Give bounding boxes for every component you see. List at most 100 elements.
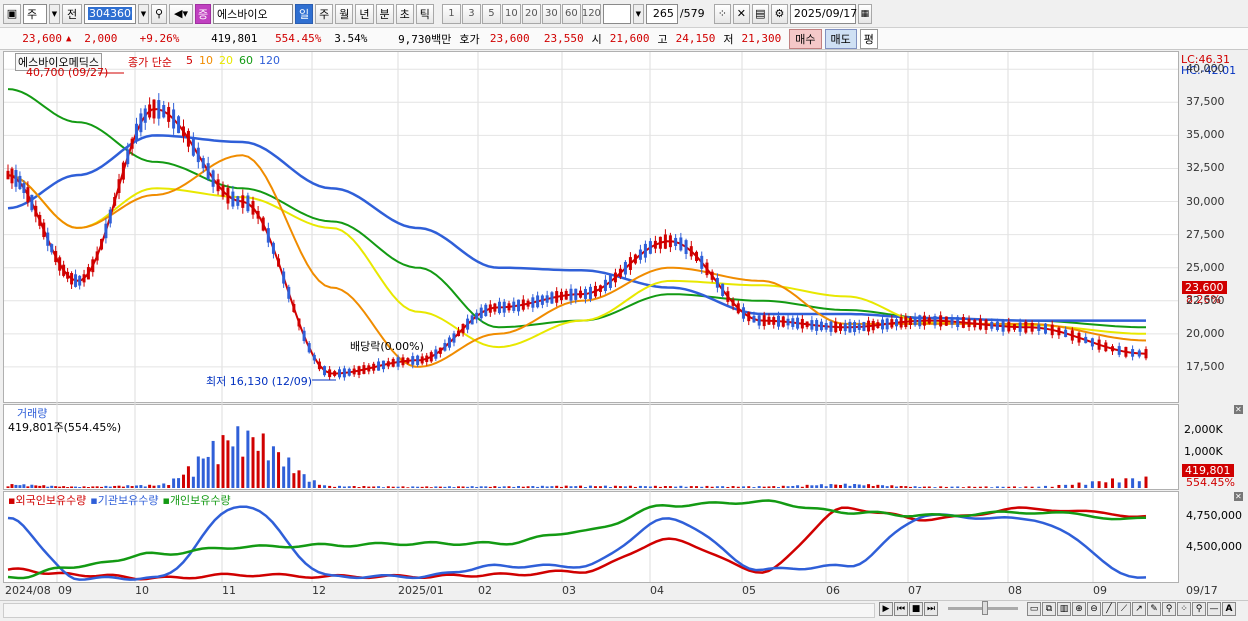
holding-legend-item[interactable]: ▪외국인보유수량 (8, 492, 86, 508)
layout-icon[interactable]: ▭ (1027, 602, 1041, 616)
volume-bar (357, 487, 361, 488)
scroll-right-icon[interactable]: ▶ (879, 602, 893, 616)
chart-scrollbar[interactable] (3, 603, 875, 618)
candle-body (1144, 349, 1148, 359)
volume-bar (810, 485, 814, 488)
candle-body (429, 352, 433, 362)
holding-legend: ▪외국인보유수량 ▪기관보유수량 ▪개인보유수량 (8, 492, 231, 508)
volume-bar (757, 486, 761, 488)
volume-bar (1131, 478, 1135, 488)
text-tool-icon[interactable]: A (1222, 602, 1236, 616)
ma-legend-10[interactable]: 10 (199, 54, 213, 67)
volume-bar (54, 486, 58, 488)
split-icon[interactable]: ▥ (1057, 602, 1071, 616)
holding-legend-item[interactable]: ▪기관보유수량 (90, 492, 158, 508)
search-icon[interactable]: ⚲ (1192, 602, 1206, 616)
ma-legend-5[interactable]: 5 (186, 54, 193, 67)
draw-ray-icon[interactable]: ↗ (1132, 602, 1146, 616)
candle-body (497, 301, 501, 314)
volume-bar (668, 486, 672, 488)
stop-icon[interactable]: ■ (909, 602, 923, 616)
candle-body (689, 246, 693, 257)
candle-body (904, 316, 908, 328)
draw-trend-icon[interactable]: ⟋ (1117, 602, 1131, 616)
candle-body (731, 299, 735, 306)
volume-bar (689, 486, 693, 488)
candle-body (540, 295, 544, 305)
candle-body (10, 168, 14, 184)
price-tick: 22,500 (1186, 293, 1225, 307)
volume-bar (434, 486, 438, 488)
scroll-last-icon[interactable]: ⏭ (924, 602, 938, 616)
candle-body (317, 361, 321, 370)
volume-bar (805, 484, 809, 488)
volume-bar (767, 486, 771, 488)
candle-body (638, 249, 642, 260)
volume-bar (34, 485, 38, 488)
volume-bar (148, 484, 152, 488)
date-tick: 11 (222, 584, 236, 597)
volume-bar (564, 485, 568, 488)
candle-body (786, 318, 790, 326)
scroll-first-icon[interactable]: ⏮ (894, 602, 908, 616)
zoom-slider-handle[interactable] (982, 601, 988, 615)
volume-bar (648, 486, 652, 488)
volume-bar (186, 466, 190, 488)
candle-body (401, 357, 405, 366)
holding-line (7, 505, 1147, 581)
zoom-out-icon[interactable]: ⊖ (1087, 602, 1101, 616)
volume-bar (899, 485, 903, 488)
close-icon[interactable]: ✕ (1234, 405, 1243, 414)
volume-tick-1000: 1,000K (1184, 445, 1223, 458)
close-icon[interactable]: ✕ (1234, 492, 1243, 501)
volume-bar (800, 486, 804, 488)
minus-icon[interactable]: — (1207, 602, 1221, 616)
copy-icon[interactable]: ⧉ (1042, 602, 1056, 616)
candle-body (834, 321, 838, 333)
volume-bar (961, 487, 965, 488)
magnifier-icon[interactable]: ⚲ (1162, 602, 1176, 616)
volume-bar (598, 486, 602, 488)
volume-bar (1097, 481, 1101, 488)
candle-body (201, 158, 205, 169)
candle-body (1001, 320, 1005, 332)
volume-bar (663, 486, 667, 488)
dots-icon[interactable]: ⁘ (1177, 602, 1191, 616)
volume-bar (177, 478, 181, 488)
candle-body (216, 179, 220, 192)
candle-body (251, 200, 255, 215)
candle-body (862, 322, 866, 331)
volume-bar (1137, 481, 1141, 488)
candle-body (386, 361, 390, 367)
candle-body (420, 356, 424, 364)
volume-bar (603, 485, 607, 488)
volume-bar (908, 486, 912, 488)
holding-tick-4750000: 4,750,000 (1186, 509, 1242, 522)
volume-bar (221, 435, 225, 488)
volume-bar (871, 486, 875, 488)
volume-bar (338, 485, 342, 488)
ma-legend-60[interactable]: 60 (239, 54, 253, 67)
candle-body (1050, 324, 1054, 336)
draw-line-icon[interactable]: ╱ (1102, 602, 1116, 616)
candle-body (1097, 339, 1101, 350)
candle-body (973, 319, 977, 328)
date-tick: 2024/08 (5, 584, 51, 597)
price-tick: 20,000 (1186, 326, 1225, 340)
candle-body (715, 277, 719, 288)
candle-body (126, 149, 130, 165)
ma-legend-20[interactable]: 20 (219, 54, 233, 67)
zoom-in-icon[interactable]: ⊕ (1072, 602, 1086, 616)
candle-body (34, 205, 38, 217)
candle-body (347, 368, 351, 376)
volume-bar (282, 466, 286, 488)
candle-body (328, 369, 332, 378)
holding-legend-item[interactable]: ▪개인보유수량 (162, 492, 230, 508)
volume-bar (367, 486, 371, 488)
pen-icon[interactable]: ✎ (1147, 602, 1161, 616)
candle-body (736, 303, 740, 314)
candle-body (484, 304, 488, 317)
volume-bar (479, 486, 483, 488)
ma-legend-120[interactable]: 120 (259, 54, 280, 67)
volume-bar (323, 485, 327, 488)
